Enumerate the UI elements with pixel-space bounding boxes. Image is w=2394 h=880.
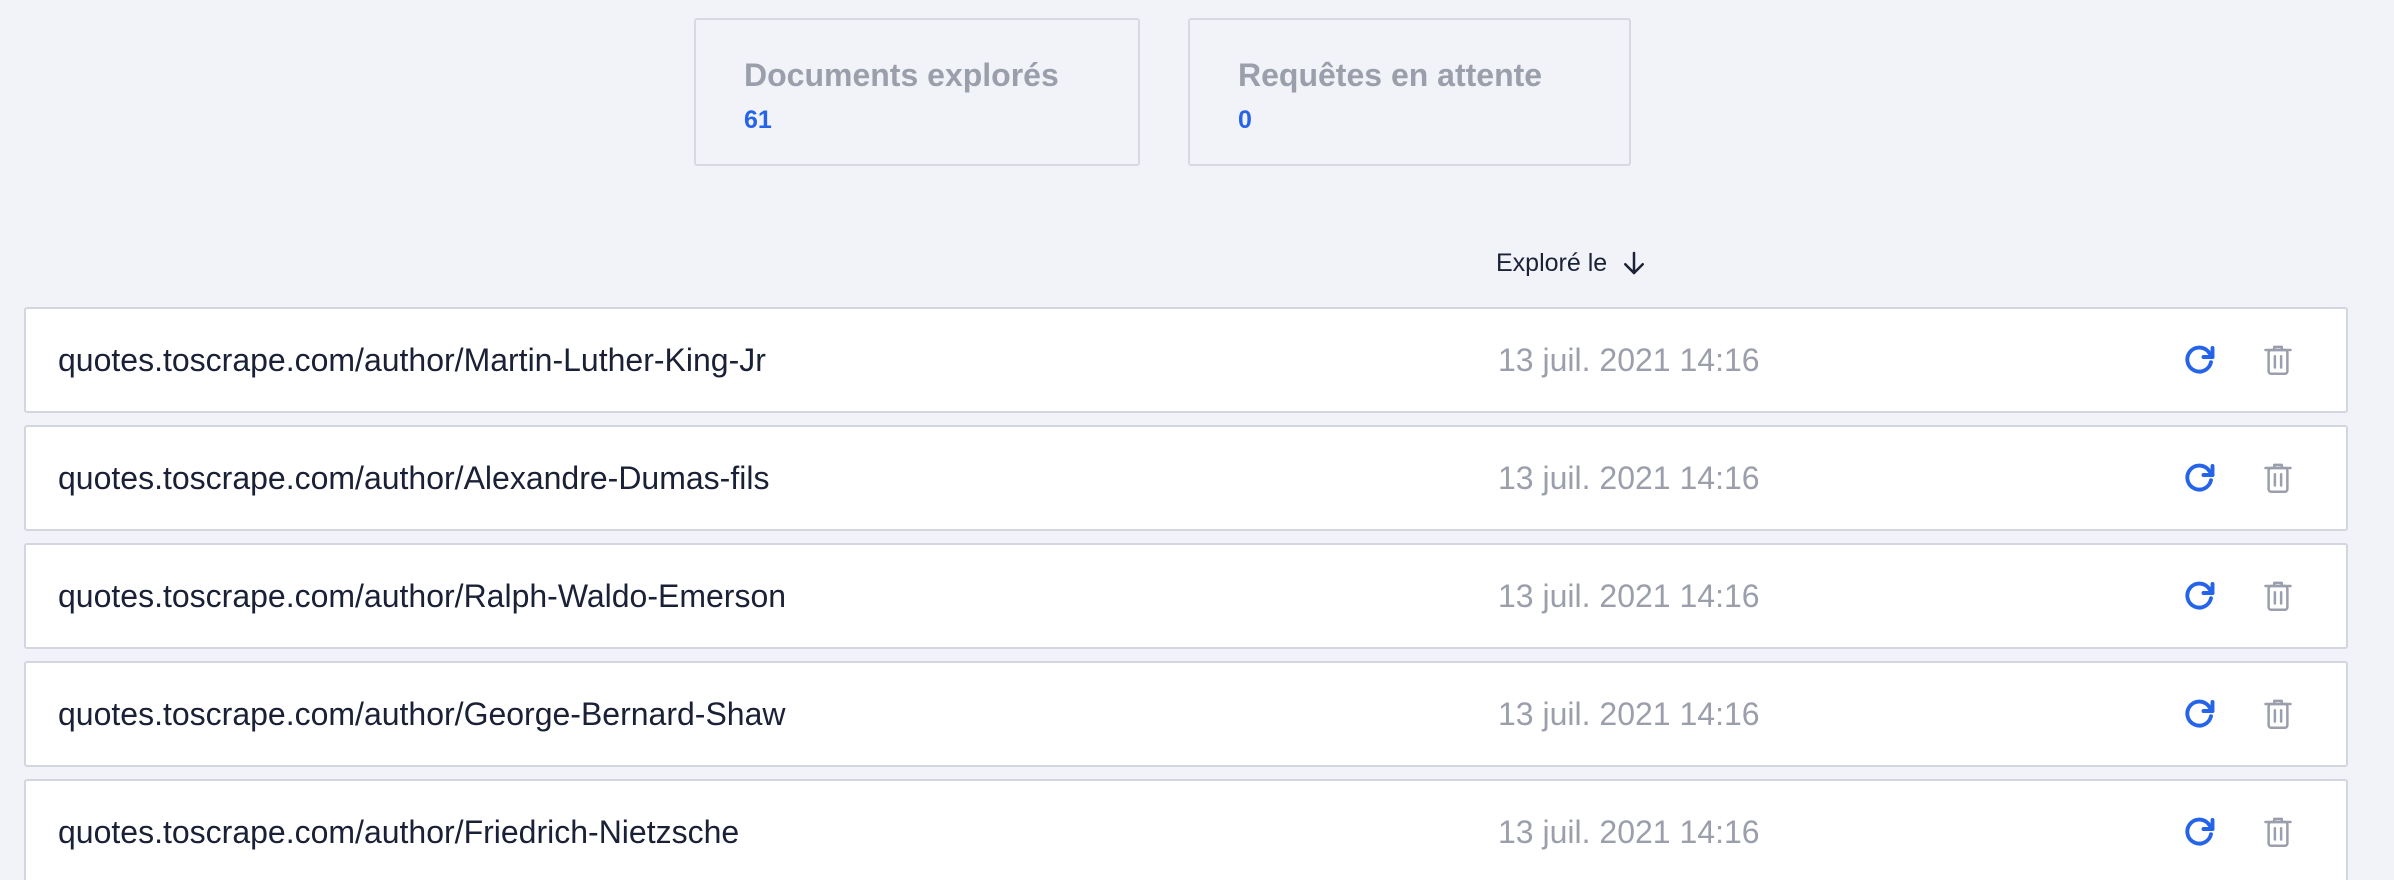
stat-value: 61 bbox=[744, 106, 772, 134]
stat-label: Requêtes en attente bbox=[1238, 57, 1543, 93]
refresh-icon bbox=[2185, 581, 2215, 610]
refresh-icon bbox=[2185, 345, 2215, 374]
table-row[interactable]: quotes.toscrape.com/author/George-Bernar… bbox=[24, 661, 2348, 767]
refresh-button[interactable] bbox=[2179, 812, 2219, 852]
sort-by-explored-date-button[interactable]: Exploré le bbox=[1496, 246, 1649, 280]
refresh-icon bbox=[2185, 699, 2215, 728]
table-row[interactable]: quotes.toscrape.com/author/Ralph-Waldo-E… bbox=[24, 543, 2348, 649]
document-url[interactable]: quotes.toscrape.com/author/George-Bernar… bbox=[58, 663, 786, 765]
stat-card-pending-requests: Requêtes en attente 0 bbox=[1188, 18, 1631, 166]
refresh-button[interactable] bbox=[2179, 340, 2219, 380]
stat-value: 0 bbox=[1238, 106, 1252, 134]
document-url[interactable]: quotes.toscrape.com/author/Alexandre-Dum… bbox=[58, 427, 769, 529]
trash-icon bbox=[2264, 699, 2292, 729]
table-row[interactable]: quotes.toscrape.com/author/Friedrich-Nie… bbox=[24, 779, 2348, 880]
delete-button[interactable] bbox=[2258, 694, 2298, 734]
delete-button[interactable] bbox=[2258, 812, 2298, 852]
document-url[interactable]: quotes.toscrape.com/author/Martin-Luther… bbox=[58, 309, 766, 411]
explored-date: 13 juil. 2021 14:16 bbox=[1498, 814, 1760, 850]
table-row[interactable]: quotes.toscrape.com/author/Martin-Luther… bbox=[24, 307, 2348, 413]
delete-button[interactable] bbox=[2258, 458, 2298, 498]
explored-date: 13 juil. 2021 14:16 bbox=[1498, 342, 1760, 378]
refresh-icon bbox=[2185, 463, 2215, 492]
stat-card-documents: Documents explorés 61 bbox=[694, 18, 1140, 166]
refresh-button[interactable] bbox=[2179, 458, 2219, 498]
trash-icon bbox=[2264, 345, 2292, 375]
table-row[interactable]: quotes.toscrape.com/author/Alexandre-Dum… bbox=[24, 425, 2348, 531]
trash-icon bbox=[2264, 463, 2292, 493]
trash-icon bbox=[2264, 817, 2292, 847]
document-url[interactable]: quotes.toscrape.com/author/Friedrich-Nie… bbox=[58, 781, 739, 880]
arrow-down-icon bbox=[1624, 251, 1645, 275]
stat-label: Documents explorés bbox=[744, 57, 1059, 93]
page: Documents explorés 61 Requêtes en attent… bbox=[0, 0, 2394, 880]
refresh-button[interactable] bbox=[2179, 576, 2219, 616]
delete-button[interactable] bbox=[2258, 340, 2298, 380]
refresh-icon bbox=[2185, 817, 2215, 846]
delete-button[interactable] bbox=[2258, 576, 2298, 616]
explored-date: 13 juil. 2021 14:16 bbox=[1498, 696, 1760, 732]
document-list: quotes.toscrape.com/author/Martin-Luther… bbox=[24, 307, 2348, 880]
document-url[interactable]: quotes.toscrape.com/author/Ralph-Waldo-E… bbox=[58, 545, 786, 647]
sort-label: Exploré le bbox=[1496, 248, 1608, 277]
explored-date: 13 juil. 2021 14:16 bbox=[1498, 460, 1760, 496]
trash-icon bbox=[2264, 581, 2292, 611]
refresh-button[interactable] bbox=[2179, 694, 2219, 734]
explored-date: 13 juil. 2021 14:16 bbox=[1498, 578, 1760, 614]
